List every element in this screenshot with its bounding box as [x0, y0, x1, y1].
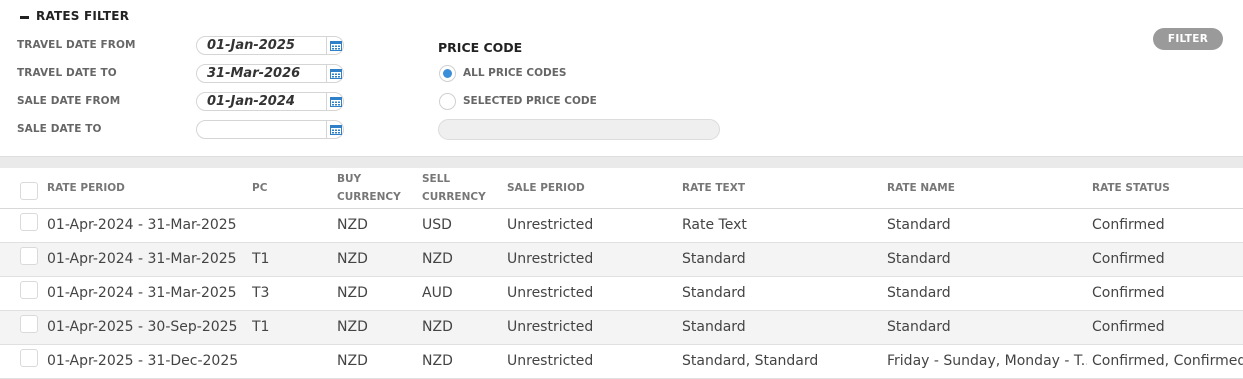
sale-date-from-field[interactable]: 01-Jan-2024: [196, 92, 344, 111]
cell-sell-currency: NZD: [422, 251, 453, 267]
grid-header: RATE PERIOD PC BUY CURRENCY SELL CURRENC…: [0, 168, 1243, 209]
cell-sell-currency: AUD: [422, 285, 453, 301]
sale-date-from-value[interactable]: 01-Jan-2024: [207, 94, 295, 109]
travel-date-to-label: TRAVEL DATE TO: [17, 67, 117, 79]
cell-buy-currency: NZD: [337, 319, 368, 335]
sale-date-from-label: SALE DATE FROM: [17, 95, 121, 107]
row-checkbox[interactable]: [20, 281, 38, 299]
cell-rate-text: Standard: [682, 251, 746, 267]
row-checkbox[interactable]: [20, 247, 38, 265]
calendar-icon[interactable]: [330, 96, 342, 107]
cell-rate-status: Confirmed: [1092, 217, 1165, 233]
filter-button[interactable]: FILTER: [1153, 28, 1223, 50]
header-sale-period[interactable]: SALE PERIOD: [507, 179, 585, 197]
all-price-codes-label[interactable]: ALL PRICE CODES: [463, 67, 566, 79]
panel-title: RATES FILTER: [36, 9, 130, 23]
table-row[interactable]: 01-Apr-2025 - 30-Sep-2025 T1 NZD NZD Unr…: [0, 311, 1243, 345]
all-price-codes-radio[interactable]: [439, 65, 456, 82]
section-divider: [0, 156, 1243, 168]
cell-sell-currency: NZD: [422, 319, 453, 335]
header-rate-status[interactable]: RATE STATUS: [1092, 179, 1170, 197]
cell-rate-period: 01-Apr-2024 - 31-Mar-2025: [47, 217, 237, 233]
sale-date-to-field[interactable]: [196, 120, 344, 139]
cell-rate-text: Standard, Standard: [682, 353, 819, 369]
cell-sale-period: Unrestricted: [507, 319, 594, 335]
calendar-icon[interactable]: [330, 40, 342, 51]
travel-date-from-field[interactable]: 01-Jan-2025: [196, 36, 344, 55]
cell-buy-currency: NZD: [337, 217, 368, 233]
select-all-checkbox[interactable]: [20, 182, 38, 200]
header-rate-period[interactable]: RATE PERIOD: [47, 179, 125, 197]
selected-price-code-label[interactable]: SELECTED PRICE CODE: [463, 95, 597, 107]
cell-rate-name: Standard: [887, 251, 951, 267]
table-row[interactable]: 01-Apr-2024 - 31-Mar-2025 T1 NZD NZD Unr…: [0, 243, 1243, 277]
table-row[interactable]: 01-Apr-2025 - 31-Dec-2025 NZD NZD Unrest…: [0, 345, 1243, 379]
cell-pc: T3: [252, 285, 270, 301]
cell-sale-period: Unrestricted: [507, 353, 594, 369]
travel-date-from-label: TRAVEL DATE FROM: [17, 39, 136, 51]
minus-icon[interactable]: [20, 16, 29, 19]
cell-rate-status: Confirmed: [1092, 251, 1165, 267]
cell-sale-period: Unrestricted: [507, 285, 594, 301]
row-checkbox[interactable]: [20, 213, 38, 231]
cell-buy-currency: NZD: [337, 353, 368, 369]
selected-price-code-radio[interactable]: [439, 93, 456, 110]
cell-rate-text: Standard: [682, 285, 746, 301]
cell-rate-period: 01-Apr-2025 - 30-Sep-2025: [47, 319, 238, 335]
row-checkbox[interactable]: [20, 315, 38, 333]
cell-rate-name: Standard: [887, 217, 951, 233]
cell-rate-name: Standard: [887, 319, 951, 335]
cell-rate-period: 01-Apr-2024 - 31-Mar-2025: [47, 251, 237, 267]
cell-pc: T1: [252, 251, 270, 267]
cell-buy-currency: NZD: [337, 251, 368, 267]
cell-sale-period: Unrestricted: [507, 251, 594, 267]
cell-rate-status: Confirmed: [1092, 285, 1165, 301]
cell-sell-currency: NZD: [422, 353, 453, 369]
table-row[interactable]: 01-Apr-2024 - 31-Mar-2025 NZD USD Unrest…: [0, 209, 1243, 243]
header-sell-currency-line2: CURRENCY: [422, 191, 486, 203]
price-code-title: PRICE CODE: [438, 40, 523, 55]
calendar-icon[interactable]: [330, 68, 342, 79]
field-divider: [326, 121, 327, 138]
header-buy-currency[interactable]: BUY CURRENCY: [337, 170, 401, 206]
header-sell-currency-line1: SELL: [422, 173, 451, 185]
field-divider: [326, 65, 327, 82]
rates-filter-panel: RATES FILTER TRAVEL DATE FROM 01-Jan-202…: [0, 0, 1243, 156]
price-code-input[interactable]: [438, 119, 720, 140]
header-rate-text[interactable]: RATE TEXT: [682, 179, 745, 197]
cell-rate-status: Confirmed: [1092, 319, 1165, 335]
row-checkbox[interactable]: [20, 349, 38, 367]
header-sell-currency[interactable]: SELL CURRENCY: [422, 170, 486, 206]
cell-rate-period: 01-Apr-2025 - 31-Dec-2025: [47, 353, 239, 369]
cell-rate-name: Friday - Sunday, Monday - T...: [887, 353, 1087, 369]
field-divider: [326, 37, 327, 54]
cell-rate-period: 01-Apr-2024 - 31-Mar-2025: [47, 285, 237, 301]
cell-rate-text: Rate Text: [682, 217, 747, 233]
travel-date-to-value[interactable]: 31-Mar-2026: [207, 66, 300, 81]
cell-sale-period: Unrestricted: [507, 217, 594, 233]
cell-rate-name: Standard: [887, 285, 951, 301]
header-buy-currency-line2: CURRENCY: [337, 191, 401, 203]
header-rate-name[interactable]: RATE NAME: [887, 179, 955, 197]
header-buy-currency-line1: BUY: [337, 173, 362, 185]
cell-rate-text: Standard: [682, 319, 746, 335]
calendar-icon[interactable]: [330, 124, 342, 135]
cell-buy-currency: NZD: [337, 285, 368, 301]
field-divider: [326, 93, 327, 110]
travel-date-from-value[interactable]: 01-Jan-2025: [207, 38, 295, 53]
cell-rate-status: Confirmed, Confirmed: [1092, 353, 1243, 369]
rates-grid: RATE PERIOD PC BUY CURRENCY SELL CURRENC…: [0, 168, 1243, 379]
cell-sell-currency: USD: [422, 217, 452, 233]
table-row[interactable]: 01-Apr-2024 - 31-Mar-2025 T3 NZD AUD Unr…: [0, 277, 1243, 311]
cell-pc: T1: [252, 319, 270, 335]
header-pc[interactable]: PC: [252, 179, 267, 197]
travel-date-to-field[interactable]: 31-Mar-2026: [196, 64, 344, 83]
sale-date-to-label: SALE DATE TO: [17, 123, 102, 135]
